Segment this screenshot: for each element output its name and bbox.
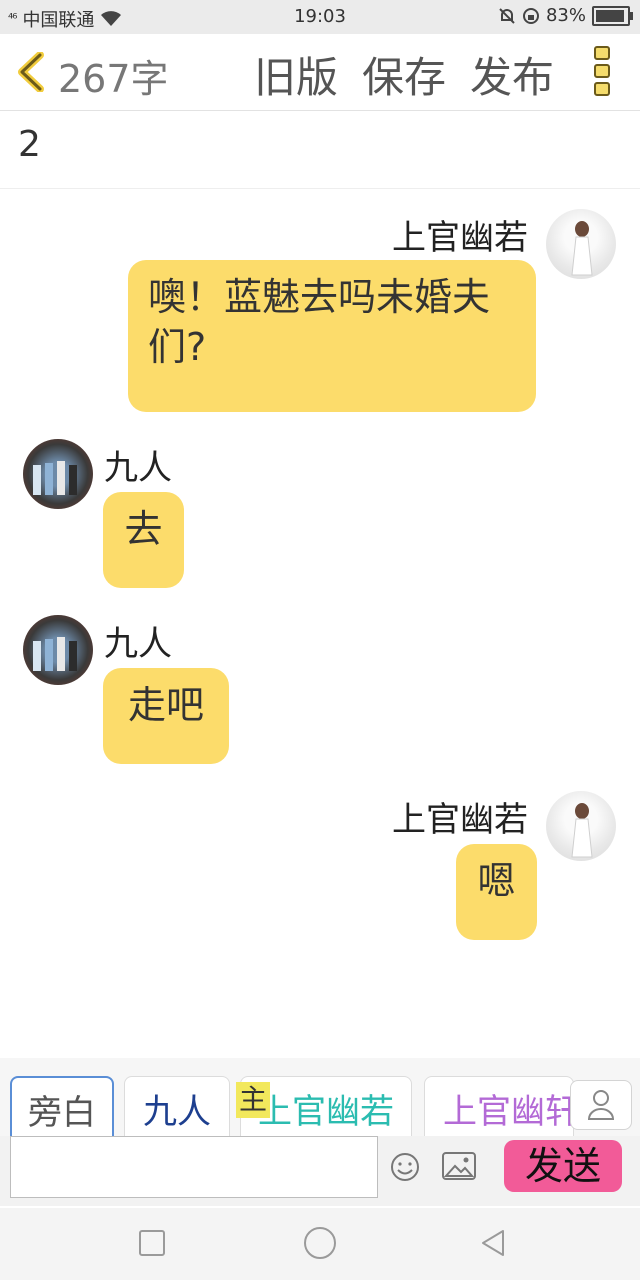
avatar[interactable] [23,439,93,509]
user-icon [587,1090,615,1120]
message-bubble[interactable]: 去 [103,492,184,588]
avatar[interactable] [546,791,616,861]
recent-apps-icon[interactable] [137,1228,167,1258]
battery-percent: 83% [545,5,586,26]
avatar[interactable] [546,209,616,279]
status-bar: ⁴⁶ 中国联通 19:03 83% [0,0,640,34]
sender-name: 上官幽若 [392,800,528,840]
image-icon[interactable] [442,1152,476,1180]
avatar[interactable] [23,615,93,685]
rotation-lock-icon [522,7,539,24]
avatar-group-icon [33,637,77,671]
role-tab-jiuren[interactable]: 九人 [124,1076,230,1140]
mute-bell-icon [499,7,515,24]
chapter-title[interactable]: 2 [18,124,41,165]
main-role-badge: 主 [236,1082,270,1118]
message-input[interactable] [10,1136,378,1198]
chapter-title-row[interactable]: 2 [0,110,640,189]
message-bubble[interactable]: 噢！蓝魅去吗未婚夫们? [128,260,536,412]
avatar-figure-icon [571,803,593,858]
role-selector: 旁白 九人 上官幽若 主 上官幽轩 [0,1058,640,1140]
role-tab-narrator[interactable]: 旁白 [10,1076,114,1140]
battery-icon [592,5,633,26]
add-role-button[interactable] [570,1080,632,1130]
sender-name: 上官幽若 [392,218,528,258]
avatar-figure-icon [571,221,593,276]
emoji-icon[interactable] [390,1152,420,1182]
system-nav-bar [0,1208,640,1280]
more-menu-icon[interactable] [594,46,614,96]
send-button[interactable]: 发送 [504,1140,622,1192]
avatar-group-icon [33,461,77,495]
message-bubble[interactable]: 嗯 [456,844,537,940]
back-nav-icon[interactable] [478,1228,508,1258]
message-bubble[interactable]: 走吧 [103,668,229,764]
word-count: 267字 [58,57,169,101]
sender-name: 九人 [104,624,172,664]
back-icon[interactable] [14,52,48,92]
status-right: 83% [498,5,633,26]
editor-toolbar: 267字 旧版 保存 发布 [0,34,640,111]
sender-name: 九人 [104,448,172,488]
role-tab-shangguan2[interactable]: 上官幽轩 [424,1076,574,1140]
old-version-button[interactable]: 旧版 [254,44,338,105]
publish-button[interactable]: 发布 [470,44,554,105]
home-icon[interactable] [303,1226,337,1260]
input-bar: 发送 [0,1136,640,1206]
save-button[interactable]: 保存 [362,44,446,105]
